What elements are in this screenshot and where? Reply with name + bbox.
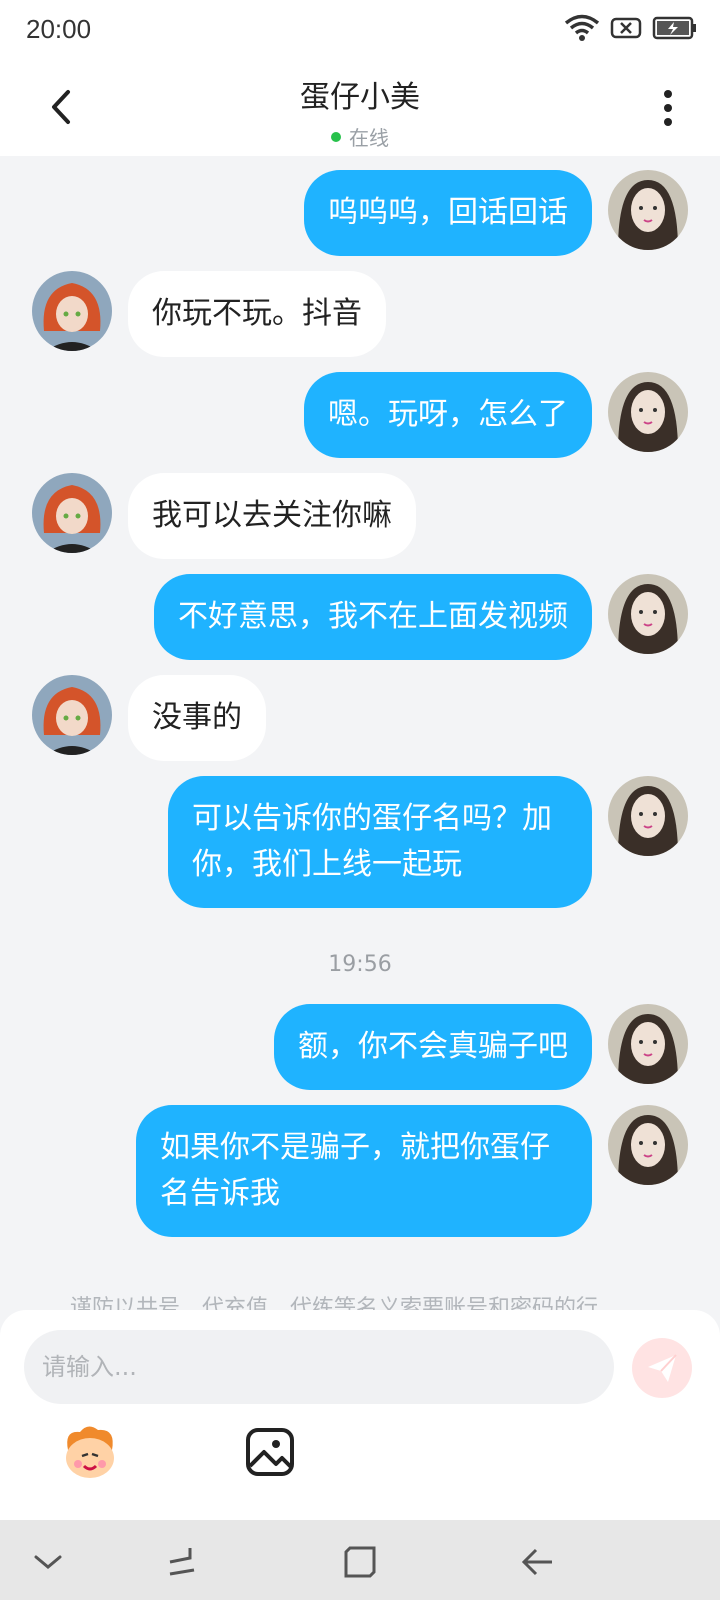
my-avatar-image (608, 170, 688, 250)
my-avatar-image (608, 1004, 688, 1084)
system-nav-bar (0, 1520, 720, 1600)
send-button[interactable] (632, 1338, 692, 1398)
online-status-text: 在线 (349, 126, 389, 150)
my-avatar-image (608, 776, 688, 856)
battery-icon (652, 16, 696, 40)
message-bubble-received[interactable]: 没事的 (128, 675, 266, 761)
nav-down-icon (34, 1555, 62, 1569)
contact-avatar-image (32, 675, 112, 755)
contact-avatar[interactable] (32, 473, 112, 553)
nav-recents-icon (169, 1548, 195, 1576)
contact-avatar-image (32, 271, 112, 351)
message-bubble-sent[interactable]: 嗯。玩呀，怎么了 (304, 372, 592, 458)
nav-recents-button[interactable] (162, 1542, 202, 1582)
message-bubble-sent[interactable]: 呜呜呜，回话回话 (304, 170, 592, 256)
emoji-icon (66, 1426, 114, 1478)
message-bubble-received[interactable]: 你玩不玩。抖音 (128, 271, 386, 357)
online-status: 在线 (0, 122, 720, 151)
message-bubble-sent[interactable]: 可以告诉你的蛋仔名吗？加你，我们上线一起玩 (168, 776, 592, 908)
message-bubble-sent[interactable]: 不好意思，我不在上面发视频 (154, 574, 592, 660)
my-avatar[interactable] (608, 170, 688, 250)
chat-header: 蛋仔小美 在线 (0, 60, 720, 156)
nav-back-icon (521, 1548, 552, 1576)
my-avatar-image (608, 1105, 688, 1185)
time-separator: 19:56 (328, 952, 392, 977)
nav-home-button[interactable] (340, 1542, 380, 1582)
my-avatar[interactable] (608, 574, 688, 654)
my-avatar-image (608, 574, 688, 654)
image-button[interactable] (238, 1420, 302, 1484)
my-avatar[interactable] (608, 372, 688, 452)
more-options-button[interactable] (656, 86, 680, 130)
more-icon (664, 90, 672, 126)
my-avatar[interactable] (608, 1105, 688, 1185)
my-avatar-image (608, 372, 688, 452)
my-avatar[interactable] (608, 1004, 688, 1084)
online-dot-icon (331, 131, 341, 142)
message-bubble-sent[interactable]: 如果你不是骗子，就把你蛋仔名告诉我 (136, 1105, 592, 1237)
title-wrap: 蛋仔小美 在线 (0, 72, 720, 151)
wifi-icon (564, 14, 600, 41)
contact-avatar-image (32, 473, 112, 553)
input-area (0, 1310, 720, 1520)
message-input[interactable] (24, 1330, 614, 1404)
emoji-button[interactable] (58, 1420, 122, 1484)
image-icon (246, 1428, 294, 1476)
my-avatar[interactable] (608, 776, 688, 856)
message-bubble-sent[interactable]: 额，你不会真骗子吧 (274, 1004, 592, 1090)
status-bar: 20:00 (0, 0, 720, 60)
status-icons (564, 14, 698, 42)
nav-down-button[interactable] (28, 1542, 68, 1582)
contact-avatar[interactable] (32, 271, 112, 351)
nav-back-button[interactable] (518, 1542, 558, 1582)
send-icon (648, 1354, 677, 1382)
contact-avatar[interactable] (32, 675, 112, 755)
status-time: 20:00 (26, 14, 92, 44)
chat-message-list[interactable]: 呜呜呜，回话回话 你玩不玩。抖音 嗯。玩呀，怎么了 我可以去关注你嘛 不好意思，… (0, 156, 720, 1306)
contact-name: 蛋仔小美 (300, 80, 420, 115)
nav-home-icon (344, 1546, 376, 1578)
no-sim-icon (610, 17, 642, 39)
message-bubble-received[interactable]: 我可以去关注你嘛 (128, 473, 416, 559)
